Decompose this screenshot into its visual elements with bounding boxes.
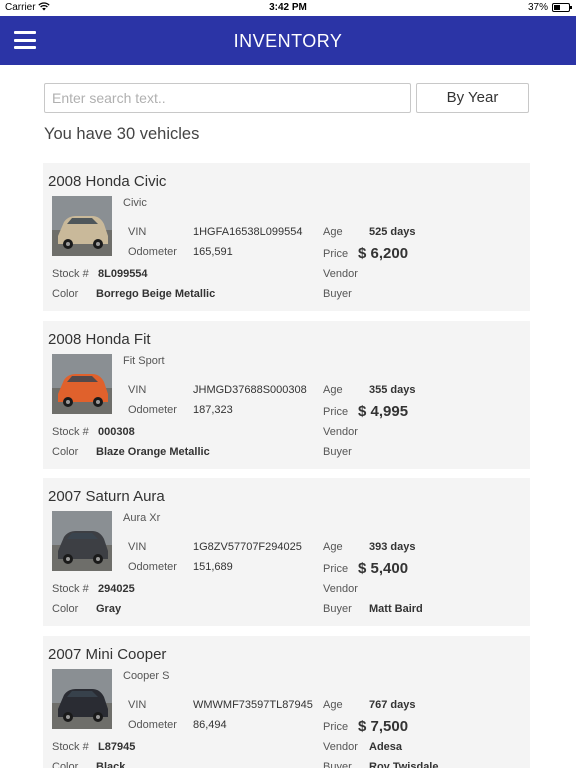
vehicle-card[interactable]: 2008 Honda Fit Fit Sport VIN JHMGD37688S000… [43,321,530,469]
vehicle-title: 2007 Mini Cooper [48,646,167,663]
vehicle-card[interactable]: 2008 Honda Civic Civic VIN 1HGFA16538L09955… [43,163,530,311]
color-value: Black [96,761,126,768]
odometer-label: Odometer [128,719,177,731]
stock-value: 8L099554 [98,268,148,280]
color-label: Color [52,603,79,615]
stock-value: 294025 [98,583,135,595]
vin-value: WMWMF73597TL87945 [193,699,313,711]
vehicle-photo[interactable] [52,669,112,729]
color-value: Gray [96,603,122,615]
vendor-label: Vendor [323,268,358,280]
price-value: $ 7,500 [358,718,409,735]
odometer-label: Odometer [128,246,177,258]
age-value: 355 days [369,384,416,396]
vin-value: 1HGFA16538L099554 [193,226,303,238]
age-value: 393 days [369,541,416,553]
status-bar: Carrier 3:42 PM 37% [0,0,576,16]
buyer-label: Buyer [323,761,352,768]
stock-label: Stock # [52,741,89,753]
price-label: Price [323,563,349,575]
vin-label: VIN [128,541,147,553]
vehicle-photo[interactable] [52,196,112,256]
sort-by-year-button[interactable]: By Year [416,83,529,113]
vin-label: VIN [128,384,147,396]
price-label: Price [323,406,349,418]
age-label: Age [323,699,343,711]
odometer-value: 86,494 [193,719,227,731]
vehicle-title: 2007 Saturn Aura [48,488,165,505]
stock-label: Stock # [52,583,89,595]
buyer-label: Buyer [323,603,352,615]
odometer-value: 151,689 [193,561,233,573]
vendor-label: Vendor [323,426,358,438]
search-input[interactable] [44,83,411,113]
age-value: 525 days [369,226,416,238]
vehicle-trim: Civic [123,197,147,209]
clock: 3:42 PM [269,2,307,13]
vendor-label: Vendor [323,583,358,595]
color-label: Color [52,446,79,458]
vehicle-trim: Fit Sport [123,355,165,367]
vendor-value: Adesa [369,741,403,753]
buyer-label: Buyer [323,288,352,300]
price-label: Price [323,721,349,733]
age-label: Age [323,226,343,238]
age-label: Age [323,541,343,553]
age-label: Age [323,384,343,396]
vin-value: JHMGD37688S000308 [193,384,307,396]
vehicle-card[interactable]: 2007 Saturn Aura Aura Xr VIN 1G8ZV57707F294… [43,478,530,626]
stock-label: Stock # [52,426,89,438]
stock-label: Stock # [52,268,89,280]
vehicle-card[interactable]: 2007 Mini Cooper Cooper S VIN WMWMF73597TL8… [43,636,530,768]
buyer-value: Roy Twisdale [369,761,439,768]
vin-label: VIN [128,699,147,711]
price-label: Price [323,248,349,260]
battery-percent: 37% [527,2,548,13]
battery-icon [552,3,572,12]
price-value: $ 5,400 [358,560,409,577]
color-label: Color [52,761,79,768]
vin-label: VIN [128,226,147,238]
color-value: Blaze Orange Metallic [96,446,210,458]
vehicle-title: 2008 Honda Civic [48,173,167,190]
odometer-value: 187,323 [193,404,233,416]
stock-value: L87945 [98,741,136,753]
nav-bar: INVENTORY [0,16,576,65]
odometer-value: 165,591 [193,246,233,258]
buyer-label: Buyer [323,446,352,458]
vehicle-photo[interactable] [52,354,112,414]
vehicle-photo[interactable] [52,511,112,571]
odometer-label: Odometer [128,404,177,416]
vin-value: 1G8ZV57707F294025 [193,541,302,553]
price-value: $ 6,200 [358,245,409,262]
page-title: INVENTORY [233,31,343,51]
stock-value: 000308 [98,426,135,438]
vehicle-trim: Aura Xr [123,512,161,524]
vendor-label: Vendor [323,741,358,753]
odometer-label: Odometer [128,561,177,573]
price-value: $ 4,995 [358,403,409,420]
vehicle-title: 2008 Honda Fit [48,331,151,348]
color-value: Borrego Beige Metallic [96,288,216,300]
color-label: Color [52,288,79,300]
vehicle-trim: Cooper S [123,670,170,682]
age-value: 767 days [369,699,416,711]
buyer-value: Matt Baird [369,603,423,615]
vehicle-count: You have 30 vehicles [44,125,200,143]
